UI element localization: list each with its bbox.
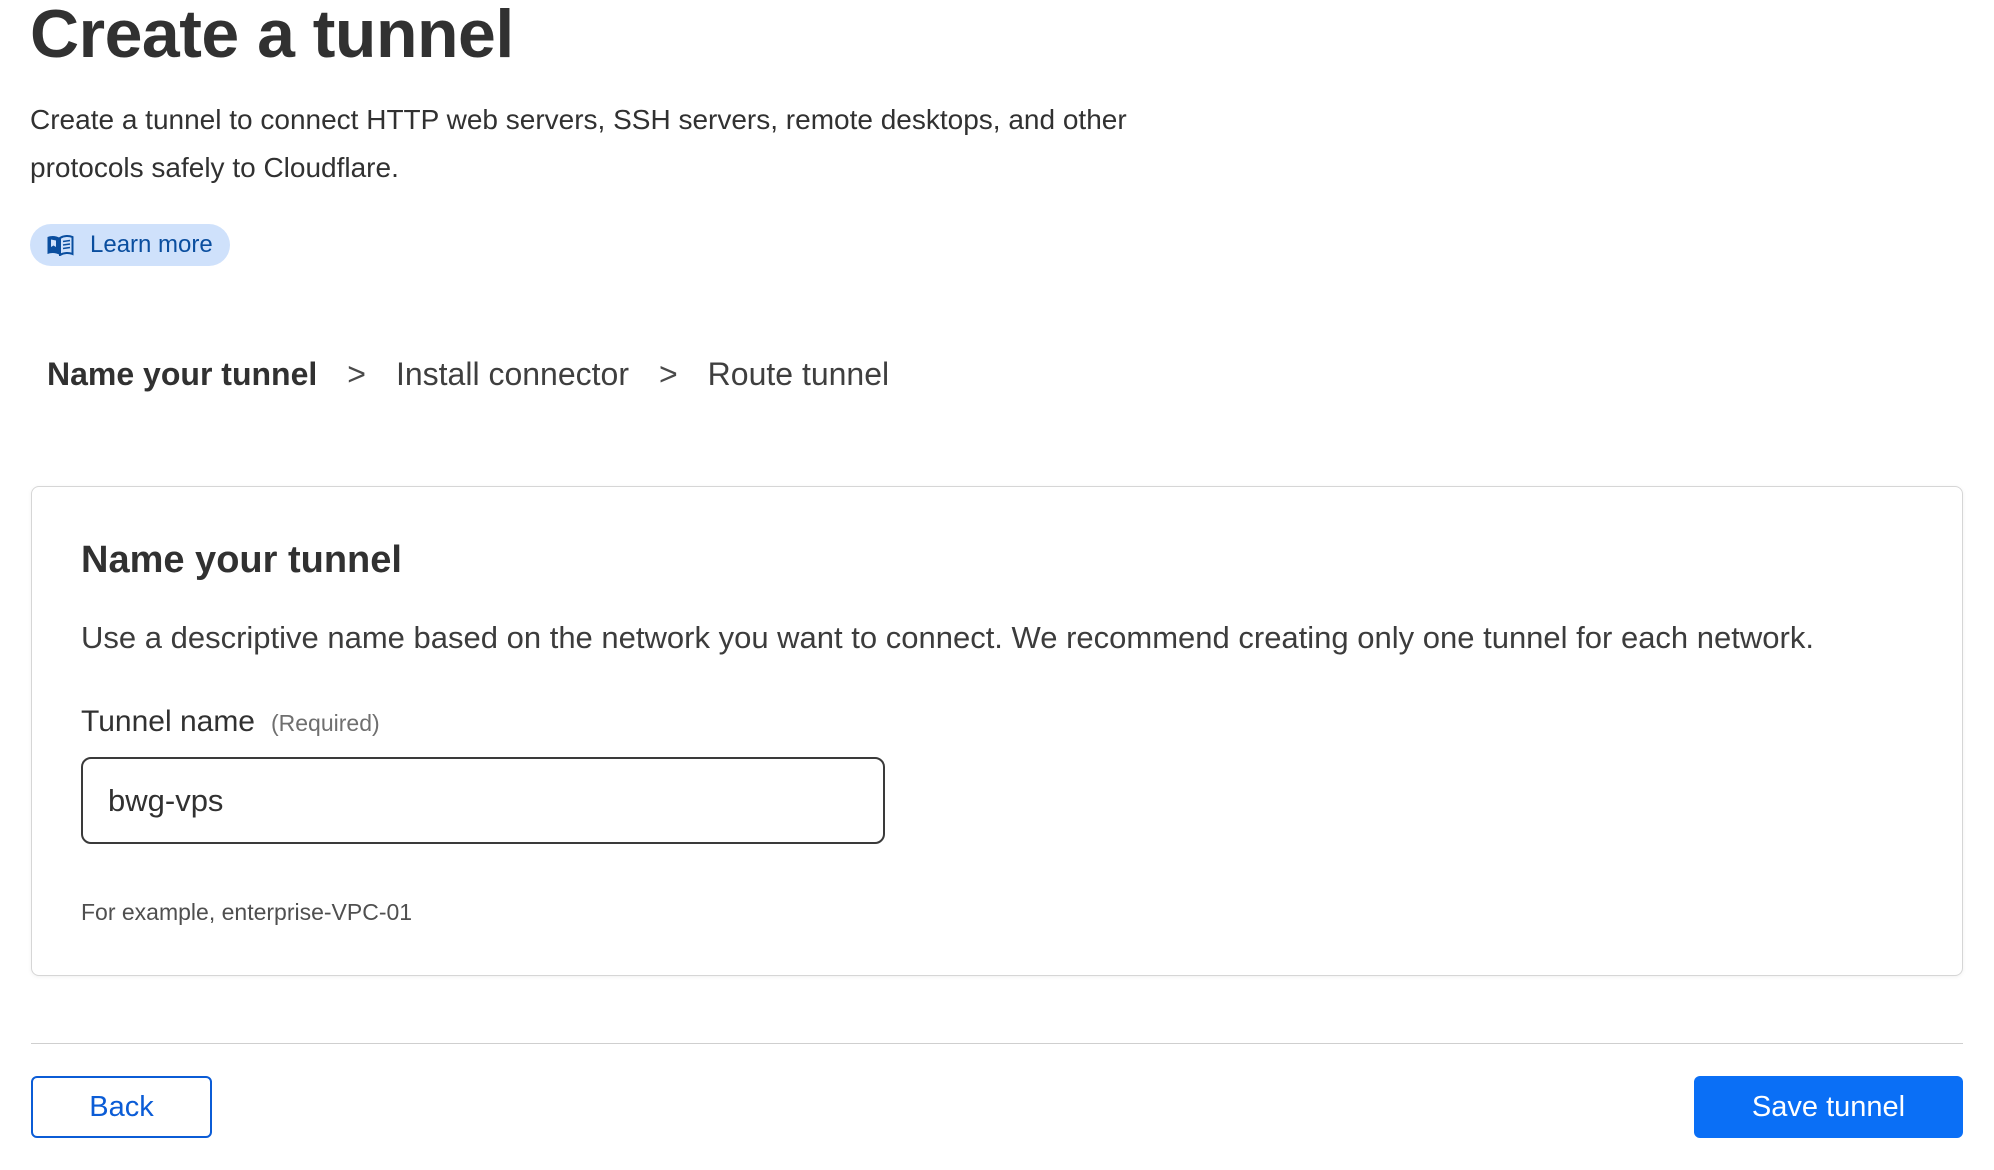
step-separator: > — [658, 356, 678, 392]
name-tunnel-card: Name your tunnel Use a descriptive name … — [31, 486, 1963, 976]
page-title: Create a tunnel — [30, 0, 514, 72]
step-name-your-tunnel: Name your tunnel — [47, 356, 318, 392]
required-indicator: (Required) — [271, 710, 380, 736]
back-button[interactable]: Back — [31, 1076, 212, 1138]
tunnel-name-label: Tunnel name (Required) — [81, 705, 380, 739]
page-description: Create a tunnel to connect HTTP web serv… — [30, 104, 1127, 183]
tunnel-name-help: For example, enterprise-VPC-01 — [81, 899, 413, 925]
steps-breadcrumb: Name your tunnel > Install connector > R… — [47, 356, 889, 393]
step-route-tunnel: Route tunnel — [707, 356, 890, 392]
learn-more-link[interactable]: Learn more — [30, 224, 230, 266]
card-title: Name your tunnel — [81, 539, 402, 581]
book-icon — [46, 234, 74, 256]
tunnel-name-input[interactable] — [81, 757, 885, 844]
step-separator: > — [347, 356, 366, 392]
learn-more-label: Learn more — [90, 231, 213, 258]
save-tunnel-button[interactable]: Save tunnel — [1694, 1076, 1963, 1138]
step-install-connector: Install connector — [395, 356, 629, 392]
tunnel-name-label-text: Tunnel name — [81, 705, 255, 738]
footer-divider — [31, 1043, 1963, 1044]
card-description: Use a descriptive name based on the netw… — [81, 620, 1814, 655]
